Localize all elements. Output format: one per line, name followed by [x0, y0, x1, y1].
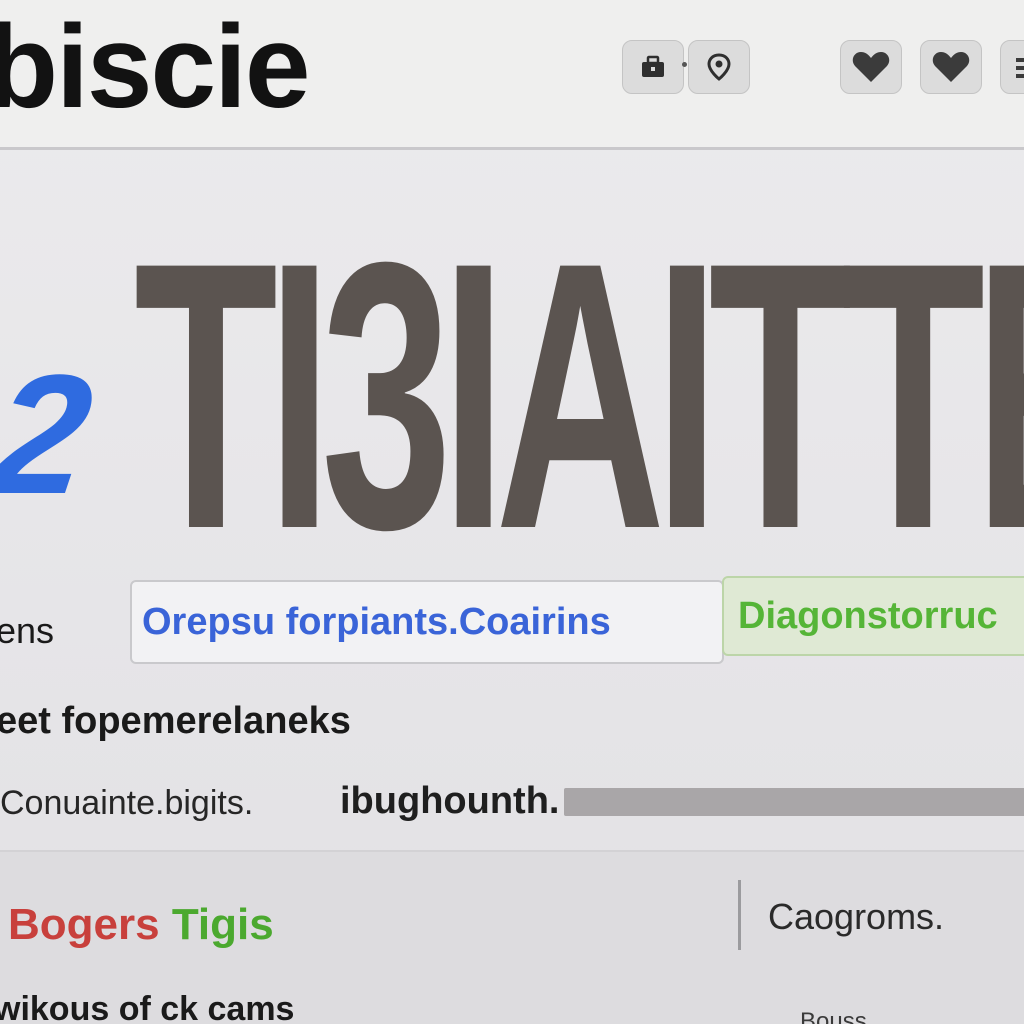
hero-title: TI3IAITTE	[134, 183, 1024, 608]
info-strong: ibughounth.	[340, 780, 560, 822]
info-text: Conuainte.bigits.	[0, 784, 254, 822]
menu-icon	[1016, 58, 1024, 78]
lower-left-green: Tigis	[171, 900, 274, 949]
heart-icon	[932, 52, 970, 82]
separator-dot	[682, 62, 687, 67]
lower-left-heading[interactable]: Bogers Tigis	[8, 900, 274, 950]
tab-blue[interactable]: Orepsu forpiants.Coairins	[130, 580, 724, 664]
progress-bar	[564, 788, 1024, 816]
progress-fill	[564, 788, 1024, 816]
lower-right-label[interactable]: Caogroms.	[768, 896, 944, 938]
favorites-list-button[interactable]	[920, 40, 982, 94]
tab-blue-label: Orepsu forpiants.Coairins	[142, 600, 611, 643]
vertical-divider	[738, 880, 741, 950]
location-button[interactable]	[688, 40, 750, 94]
more-button[interactable]	[1000, 40, 1024, 94]
tab-green-label: Diagonstorruc	[738, 594, 998, 637]
header: biscie	[0, 0, 1024, 150]
bottom-right-text: Bouss	[800, 1008, 867, 1024]
section-heading: eet fopemerelaneks	[0, 700, 351, 742]
favorite-button[interactable]	[840, 40, 902, 94]
left-tab-label[interactable]: ens	[0, 610, 54, 652]
briefcase-button[interactable]	[622, 40, 684, 94]
bottom-line: wikous of ck cams	[0, 990, 295, 1024]
site-logo[interactable]: biscie	[0, 8, 311, 126]
page: biscie 2 TI3IAITTE ens Orepsu forpiants.…	[0, 0, 1024, 1024]
lower-left-red: Bogers	[8, 900, 160, 949]
briefcase-icon	[642, 55, 664, 77]
tab-green[interactable]: Diagonstorruc	[722, 576, 1024, 656]
heart-icon	[852, 52, 890, 82]
blue-number-badge: 2	[0, 340, 102, 530]
location-pin-icon	[707, 53, 731, 81]
